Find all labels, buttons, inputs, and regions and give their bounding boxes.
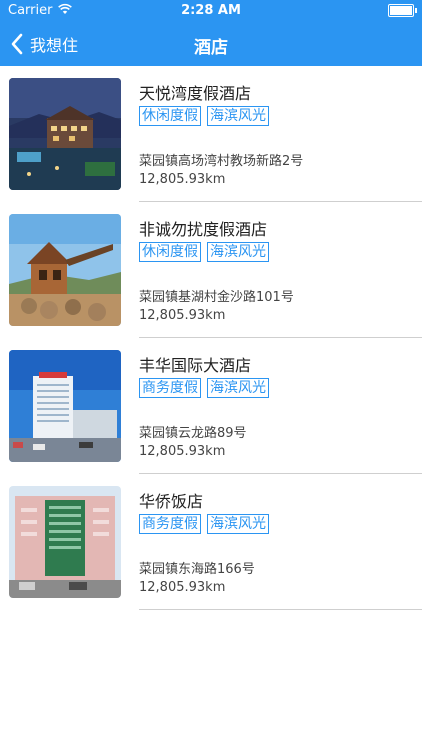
hotel-thumbnail — [9, 350, 121, 462]
hotel-list-item[interactable]: 华侨饭店 商务度假 海滨风光 菜园镇东海路166号 12,805.93km — [0, 474, 422, 610]
hotel-thumbnail — [9, 486, 121, 598]
hotel-tags: 商务度假 海滨风光 — [139, 378, 269, 398]
hotel-list: 天悦湾度假酒店 休闲度假 海滨风光 菜园镇高场湾村教场新路2号 12,805.9… — [0, 66, 422, 610]
hotel-thumbnail — [9, 214, 121, 326]
hotel-distance: 12,805.93km — [139, 172, 226, 187]
hotel-distance: 12,805.93km — [139, 444, 226, 459]
hotel-tag: 海滨风光 — [207, 106, 269, 126]
hotel-address: 菜园镇基湖村金沙路101号 — [139, 290, 294, 305]
hotel-name: 天悦湾度假酒店 — [139, 84, 252, 103]
hotel-name: 华侨饭店 — [139, 492, 204, 511]
hotel-tag: 商务度假 — [139, 378, 201, 398]
wooden-house-photo — [9, 214, 121, 326]
hotel-tag: 海滨风光 — [207, 242, 269, 262]
hotel-distance: 12,805.93km — [139, 580, 226, 595]
page-title: 酒店 — [194, 38, 228, 58]
hotel-name: 丰华国际大酒店 — [139, 356, 252, 375]
hotel-tag: 休闲度假 — [139, 242, 201, 262]
status-bar: Carrier 2:28 AM — [0, 0, 422, 22]
hotel-address: 菜园镇东海路166号 — [139, 562, 255, 577]
hotel-tag: 商务度假 — [139, 514, 201, 534]
tower-hotel-photo — [9, 350, 121, 462]
hotel-list-item[interactable]: 天悦湾度假酒店 休闲度假 海滨风光 菜园镇高场湾村教场新路2号 12,805.9… — [0, 66, 422, 202]
resort-night-photo — [9, 78, 121, 190]
hotel-tags: 休闲度假 海滨风光 — [139, 106, 269, 126]
hotel-name: 非诚勿扰度假酒店 — [139, 220, 268, 239]
hotel-thumbnail — [9, 78, 121, 190]
navigation-bar: Carrier 2:28 AM 我想住 酒店 — [0, 0, 422, 66]
hotel-tag: 休闲度假 — [139, 106, 201, 126]
pink-building-photo — [9, 486, 121, 598]
hotel-address: 菜园镇云龙路89号 — [139, 426, 247, 441]
hotel-list-item[interactable]: 非诚勿扰度假酒店 休闲度假 海滨风光 菜园镇基湖村金沙路101号 12,805.… — [0, 202, 422, 338]
row-divider — [139, 609, 422, 610]
status-time: 2:28 AM — [181, 3, 241, 18]
hotel-tags: 休闲度假 海滨风光 — [139, 242, 269, 262]
hotel-address: 菜园镇高场湾村教场新路2号 — [139, 154, 304, 169]
hotel-tags: 商务度假 海滨风光 — [139, 514, 269, 534]
hotel-distance: 12,805.93km — [139, 308, 226, 323]
battery-icon — [388, 4, 417, 17]
hotel-list-item[interactable]: 丰华国际大酒店 商务度假 海滨风光 菜园镇云龙路89号 12,805.93km — [0, 338, 422, 474]
hotel-tag: 海滨风光 — [207, 514, 269, 534]
hotel-tag: 海滨风光 — [207, 378, 269, 398]
